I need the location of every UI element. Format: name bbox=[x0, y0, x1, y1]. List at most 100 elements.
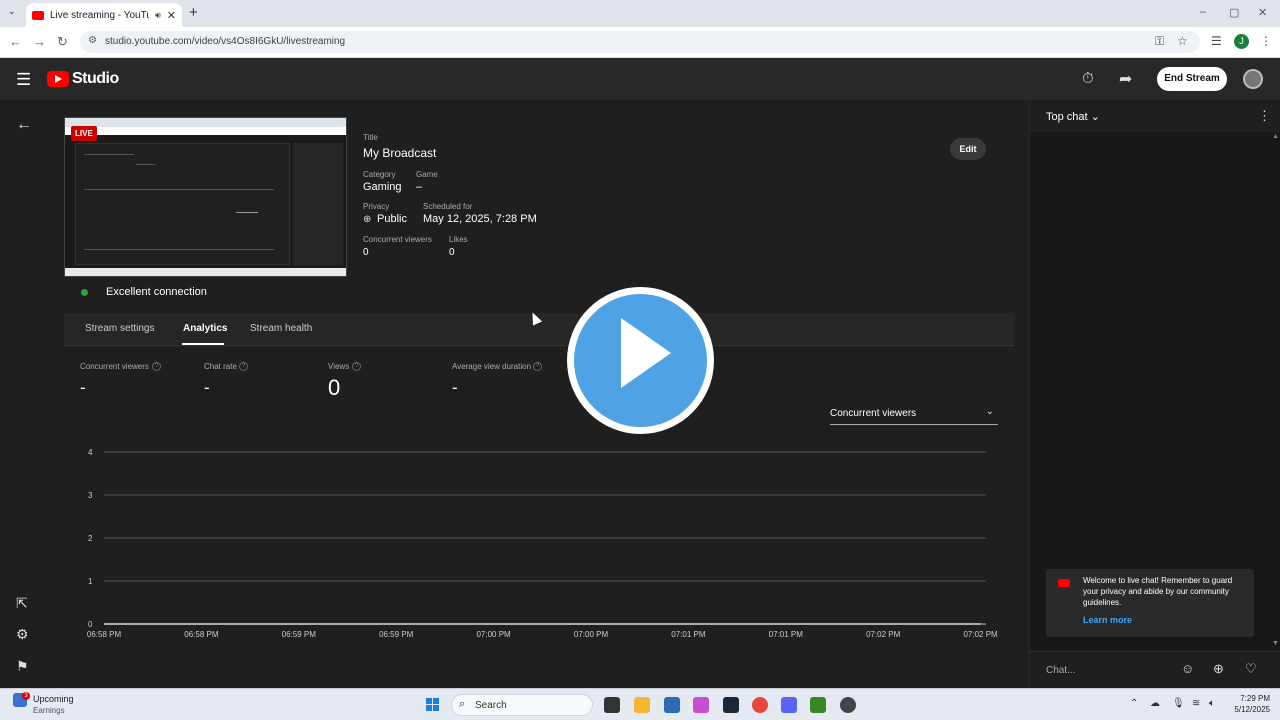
x-tick-label: 07:01 PM bbox=[769, 630, 804, 639]
metric-dropdown-value: Concurrent viewers bbox=[830, 408, 917, 419]
widgets-badge: 3 bbox=[22, 692, 30, 700]
preview-sidebar bbox=[293, 143, 343, 265]
heart-icon[interactable]: ♡ bbox=[1245, 661, 1257, 677]
preview-taskbar bbox=[65, 268, 346, 276]
category-value: Gaming bbox=[363, 181, 402, 193]
viewers-value: 0 bbox=[363, 247, 369, 258]
help-icon[interactable]: ? bbox=[152, 362, 161, 371]
preview-content bbox=[75, 143, 290, 265]
edit-button[interactable]: Edit bbox=[950, 138, 986, 160]
new-tab-icon[interactable]: + bbox=[189, 4, 198, 21]
metric-dropdown[interactable]: Concurrent viewers ⌄ bbox=[830, 405, 998, 425]
preview-line bbox=[84, 154, 134, 155]
windows-start-icon[interactable] bbox=[426, 698, 440, 712]
globe-icon: ⊕ bbox=[363, 214, 372, 225]
more-options-icon[interactable]: ⋮ bbox=[1258, 108, 1271, 124]
tab-analytics[interactable]: Analytics bbox=[183, 323, 227, 334]
task-view-icon[interactable] bbox=[604, 697, 620, 713]
wifi-icon[interactable]: ≋ bbox=[1192, 698, 1200, 709]
x-tick-label: 07:01 PM bbox=[671, 630, 706, 639]
tab-search-icon[interactable]: ⌄ bbox=[8, 6, 16, 17]
close-window-icon[interactable]: ✕ bbox=[1258, 6, 1267, 19]
x-tick-label: 06:59 PM bbox=[282, 630, 317, 639]
obs-icon[interactable] bbox=[840, 697, 856, 713]
likes-label: Likes bbox=[449, 235, 468, 244]
help-icon[interactable]: ? bbox=[352, 362, 361, 371]
chat-input-row: ☺ ⊕ ♡ bbox=[1030, 651, 1280, 688]
search-label: Search bbox=[475, 700, 507, 711]
store-icon[interactable] bbox=[664, 697, 680, 713]
discord-icon[interactable] bbox=[781, 697, 797, 713]
omnibox[interactable]: ⚙ studio.youtube.com/video/vs4Os8I6GkU/l… bbox=[80, 31, 1200, 53]
minimize-icon[interactable]: – bbox=[1200, 6, 1206, 18]
onedrive-icon[interactable]: ☁ bbox=[1150, 698, 1160, 709]
password-key-icon[interactable]: ⚿ bbox=[1155, 34, 1164, 49]
preview-line bbox=[236, 212, 258, 213]
audio-playing-icon[interactable]: 🔊︎ bbox=[155, 10, 161, 21]
settings-gear-icon[interactable]: ⚙ bbox=[16, 626, 29, 643]
menu-icon[interactable]: ☰ bbox=[16, 70, 31, 90]
learn-more-link[interactable]: Learn more bbox=[1083, 615, 1132, 625]
elapsed-time: 1:15 bbox=[100, 127, 119, 137]
x-tick-label: 07:02 PM bbox=[866, 630, 901, 639]
steam-icon[interactable] bbox=[723, 697, 739, 713]
emoji-icon[interactable]: ☺ bbox=[1181, 661, 1194, 676]
tray-overflow-icon[interactable]: ⌃ bbox=[1130, 698, 1138, 709]
studio-title[interactable]: Studio bbox=[72, 70, 119, 88]
viewers-label: Concurrent viewers bbox=[363, 235, 432, 244]
game-label: Game bbox=[416, 170, 438, 179]
file-explorer-icon[interactable] bbox=[634, 697, 650, 713]
minecraft-icon[interactable] bbox=[810, 697, 826, 713]
y-tick-label: 3 bbox=[88, 491, 93, 500]
external-link-icon[interactable]: ⇱ bbox=[16, 595, 28, 612]
channel-avatar[interactable] bbox=[1243, 69, 1263, 89]
site-info-icon[interactable]: ⚙ bbox=[88, 35, 97, 46]
privacy-value: Public bbox=[377, 213, 407, 225]
taskbar-search[interactable]: ⌕ Search bbox=[451, 694, 593, 716]
scroll-up-icon[interactable]: ▲ bbox=[1272, 133, 1279, 140]
browser-menu-icon[interactable]: ⋮ bbox=[1260, 34, 1272, 48]
scroll-down-icon[interactable]: ▼ bbox=[1272, 640, 1279, 647]
url-text[interactable]: studio.youtube.com/video/vs4Os8I6GkU/liv… bbox=[105, 36, 345, 47]
stopwatch-icon[interactable]: ⏱ bbox=[1082, 70, 1094, 87]
scheduled-label: Scheduled for bbox=[423, 202, 473, 211]
share-icon[interactable]: ➦ bbox=[1119, 69, 1132, 89]
studio-header: ☰ Studio ⏱ ➦ End Stream bbox=[0, 58, 1280, 100]
bookmark-star-icon[interactable]: ☆ bbox=[1177, 34, 1188, 48]
system-clock[interactable]: 7:29 PM 5/12/2025 bbox=[1224, 693, 1270, 715]
forward-icon[interactable]: → bbox=[33, 34, 46, 49]
tab-groups-icon[interactable]: ☰ bbox=[1211, 34, 1222, 48]
back-icon[interactable]: ← bbox=[9, 34, 22, 49]
metric-value: - bbox=[80, 378, 86, 397]
stream-preview[interactable] bbox=[64, 117, 347, 277]
end-stream-button[interactable]: End Stream bbox=[1157, 67, 1227, 91]
youtube-icon bbox=[1058, 579, 1070, 587]
category-label: Category bbox=[363, 170, 396, 179]
chrome-icon[interactable] bbox=[752, 697, 768, 713]
main-panel: LIVE 1:15 Excellent connection Title My … bbox=[46, 100, 1029, 688]
profile-avatar[interactable]: J bbox=[1234, 34, 1249, 49]
tab-stream-health[interactable]: Stream health bbox=[250, 323, 312, 334]
x-tick-label: 06:59 PM bbox=[379, 630, 414, 639]
x-tick-label: 07:00 PM bbox=[476, 630, 511, 639]
feedback-icon[interactable]: ⚑ bbox=[16, 658, 29, 675]
browser-tab[interactable]: Live streaming - YouTube S 🔊︎ ✕ bbox=[26, 3, 182, 27]
close-tab-icon[interactable]: ✕ bbox=[167, 9, 176, 22]
clock-time: 7:29 PM bbox=[1240, 694, 1270, 703]
widgets-panel-button[interactable]: Upcoming Earnings bbox=[33, 694, 74, 716]
help-icon[interactable]: ? bbox=[239, 362, 248, 371]
live-badge: LIVE bbox=[71, 126, 97, 141]
back-arrow-icon[interactable]: ← bbox=[16, 116, 32, 134]
maximize-icon[interactable]: ▢ bbox=[1229, 6, 1239, 19]
preview-browser-bar bbox=[65, 118, 346, 127]
microphone-icon[interactable]: 🎙︎ bbox=[1172, 698, 1185, 709]
help-icon[interactable]: ? bbox=[533, 362, 542, 371]
copilot-icon[interactable] bbox=[693, 697, 709, 713]
volume-icon[interactable]: 🔈︎ bbox=[1209, 698, 1215, 709]
add-icon[interactable]: ⊕ bbox=[1213, 661, 1224, 677]
tab-stream-settings[interactable]: Stream settings bbox=[85, 323, 154, 334]
chat-mode-dropdown[interactable]: Top chat ⌄ bbox=[1046, 110, 1100, 123]
youtube-logo-icon[interactable] bbox=[47, 71, 69, 87]
reload-icon[interactable]: ↻ bbox=[57, 34, 68, 50]
play-button-overlay[interactable] bbox=[567, 287, 714, 434]
